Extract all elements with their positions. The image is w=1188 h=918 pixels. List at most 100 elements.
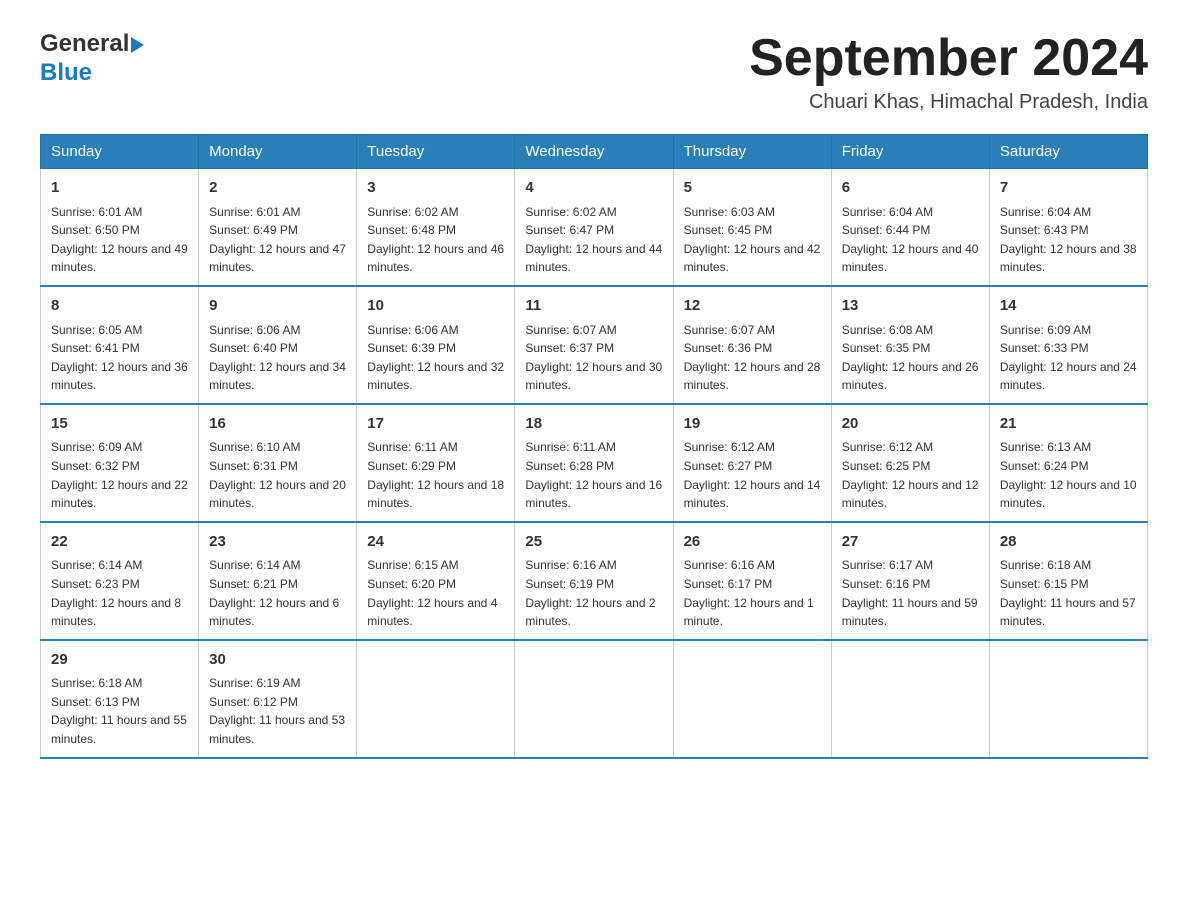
day-cell: 29Sunrise: 6:18 AMSunset: 6:13 PMDayligh…	[41, 640, 199, 758]
day-cell: 8 Sunrise: 6:05 AMSunset: 6:41 PMDaylight…	[41, 286, 199, 404]
calendar-header: SundayMondayTuesdayWednesdayThursdayFrid…	[41, 135, 1148, 169]
day-number: 22	[51, 531, 188, 554]
header-day-wednesday: Wednesday	[515, 135, 673, 169]
day-number: 2	[209, 177, 346, 200]
day-cell: 18Sunrise: 6:11 AMSunset: 6:28 PMDayligh…	[515, 404, 673, 522]
month-title: September 2024	[749, 30, 1148, 87]
day-number: 12	[684, 295, 821, 318]
day-info: Sunrise: 6:11 AMSunset: 6:28 PMDaylight:…	[525, 438, 662, 512]
day-info: Sunrise: 6:11 AMSunset: 6:29 PMDaylight:…	[367, 438, 504, 512]
day-number: 6	[842, 177, 979, 200]
week-row-5: 29Sunrise: 6:18 AMSunset: 6:13 PMDayligh…	[41, 640, 1148, 758]
day-number: 28	[1000, 531, 1137, 554]
day-number: 11	[525, 295, 662, 318]
day-info: Sunrise: 6:02 AMSunset: 6:47 PMDaylight:…	[525, 203, 662, 277]
day-cell: 4 Sunrise: 6:02 AMSunset: 6:47 PMDaylight…	[515, 169, 673, 286]
day-cell: 7Sunrise: 6:04 AMSunset: 6:43 PMDaylight…	[989, 169, 1147, 286]
day-cell: 1 Sunrise: 6:01 AMSunset: 6:50 PMDaylight…	[41, 169, 199, 286]
day-cell: 2 Sunrise: 6:01 AMSunset: 6:49 PMDaylight…	[199, 169, 357, 286]
day-info: Sunrise: 6:19 AMSunset: 6:12 PMDaylight:…	[209, 674, 346, 748]
day-number: 30	[209, 649, 346, 672]
day-info: Sunrise: 6:06 AMSunset: 6:40 PMDaylight:…	[209, 321, 346, 395]
day-number: 27	[842, 531, 979, 554]
day-cell: 25Sunrise: 6:16 AMSunset: 6:19 PMDayligh…	[515, 522, 673, 640]
calendar-body: 1 Sunrise: 6:01 AMSunset: 6:50 PMDaylight…	[41, 169, 1148, 758]
day-info: Sunrise: 6:03 AMSunset: 6:45 PMDaylight:…	[684, 203, 821, 277]
day-cell	[989, 640, 1147, 758]
day-number: 8	[51, 295, 188, 318]
day-info: Sunrise: 6:04 AMSunset: 6:44 PMDaylight:…	[842, 203, 979, 277]
day-cell: 26Sunrise: 6:16 AMSunset: 6:17 PMDayligh…	[673, 522, 831, 640]
day-cell: 20Sunrise: 6:12 AMSunset: 6:25 PMDayligh…	[831, 404, 989, 522]
day-info: Sunrise: 6:09 AMSunset: 6:32 PMDaylight:…	[51, 438, 188, 512]
day-info: Sunrise: 6:08 AMSunset: 6:35 PMDaylight:…	[842, 321, 979, 395]
day-number: 21	[1000, 413, 1137, 436]
title-block: September 2024 Chuari Khas, Himachal Pra…	[749, 30, 1148, 114]
day-cell: 28Sunrise: 6:18 AMSunset: 6:15 PMDayligh…	[989, 522, 1147, 640]
day-number: 16	[209, 413, 346, 436]
day-number: 1	[51, 177, 188, 200]
day-number: 18	[525, 413, 662, 436]
day-cell: 17Sunrise: 6:11 AMSunset: 6:29 PMDayligh…	[357, 404, 515, 522]
day-cell: 15Sunrise: 6:09 AMSunset: 6:32 PMDayligh…	[41, 404, 199, 522]
header-day-tuesday: Tuesday	[357, 135, 515, 169]
day-info: Sunrise: 6:12 AMSunset: 6:25 PMDaylight:…	[842, 438, 979, 512]
day-info: Sunrise: 6:16 AMSunset: 6:19 PMDaylight:…	[525, 556, 662, 630]
day-number: 20	[842, 413, 979, 436]
day-number: 13	[842, 295, 979, 318]
day-number: 24	[367, 531, 504, 554]
logo: General Blue	[40, 30, 144, 88]
day-cell: 5 Sunrise: 6:03 AMSunset: 6:45 PMDaylight…	[673, 169, 831, 286]
day-cell: 6 Sunrise: 6:04 AMSunset: 6:44 PMDaylight…	[831, 169, 989, 286]
day-number: 17	[367, 413, 504, 436]
header-day-sunday: Sunday	[41, 135, 199, 169]
day-cell: 30Sunrise: 6:19 AMSunset: 6:12 PMDayligh…	[199, 640, 357, 758]
day-cell: 11 Sunrise: 6:07 AMSunset: 6:37 PMDayligh…	[515, 286, 673, 404]
day-info: Sunrise: 6:14 AMSunset: 6:23 PMDaylight:…	[51, 556, 188, 630]
day-number: 4	[525, 177, 662, 200]
day-cell: 14Sunrise: 6:09 AMSunset: 6:33 PMDayligh…	[989, 286, 1147, 404]
day-number: 10	[367, 295, 504, 318]
header-day-monday: Monday	[199, 135, 357, 169]
day-info: Sunrise: 6:10 AMSunset: 6:31 PMDaylight:…	[209, 438, 346, 512]
day-info: Sunrise: 6:01 AMSunset: 6:49 PMDaylight:…	[209, 203, 346, 277]
day-number: 19	[684, 413, 821, 436]
logo-general: General	[40, 30, 129, 57]
day-cell: 3 Sunrise: 6:02 AMSunset: 6:48 PMDaylight…	[357, 169, 515, 286]
calendar-table: SundayMondayTuesdayWednesdayThursdayFrid…	[40, 134, 1148, 758]
day-cell	[673, 640, 831, 758]
day-cell	[515, 640, 673, 758]
day-info: Sunrise: 6:02 AMSunset: 6:48 PMDaylight:…	[367, 203, 504, 277]
logo-arrow-icon	[131, 37, 144, 53]
location: Chuari Khas, Himachal Pradesh, India	[749, 91, 1148, 114]
day-number: 14	[1000, 295, 1137, 318]
day-cell	[357, 640, 515, 758]
day-number: 26	[684, 531, 821, 554]
day-cell: 22Sunrise: 6:14 AMSunset: 6:23 PMDayligh…	[41, 522, 199, 640]
day-number: 3	[367, 177, 504, 200]
week-row-2: 8 Sunrise: 6:05 AMSunset: 6:41 PMDaylight…	[41, 286, 1148, 404]
day-number: 5	[684, 177, 821, 200]
day-info: Sunrise: 6:17 AMSunset: 6:16 PMDaylight:…	[842, 556, 979, 630]
day-cell: 12Sunrise: 6:07 AMSunset: 6:36 PMDayligh…	[673, 286, 831, 404]
day-number: 7	[1000, 177, 1137, 200]
day-cell: 10Sunrise: 6:06 AMSunset: 6:39 PMDayligh…	[357, 286, 515, 404]
day-cell: 9 Sunrise: 6:06 AMSunset: 6:40 PMDaylight…	[199, 286, 357, 404]
day-number: 15	[51, 413, 188, 436]
day-cell	[831, 640, 989, 758]
header-day-friday: Friday	[831, 135, 989, 169]
header-day-saturday: Saturday	[989, 135, 1147, 169]
day-number: 29	[51, 649, 188, 672]
day-cell: 21Sunrise: 6:13 AMSunset: 6:24 PMDayligh…	[989, 404, 1147, 522]
day-info: Sunrise: 6:07 AMSunset: 6:37 PMDaylight:…	[525, 321, 662, 395]
day-info: Sunrise: 6:05 AMSunset: 6:41 PMDaylight:…	[51, 321, 188, 395]
day-cell: 13 Sunrise: 6:08 AMSunset: 6:35 PMDayligh…	[831, 286, 989, 404]
day-info: Sunrise: 6:14 AMSunset: 6:21 PMDaylight:…	[209, 556, 346, 630]
logo-blue: Blue	[40, 59, 92, 86]
day-info: Sunrise: 6:01 AMSunset: 6:50 PMDaylight:…	[51, 203, 188, 277]
day-cell: 19Sunrise: 6:12 AMSunset: 6:27 PMDayligh…	[673, 404, 831, 522]
day-cell: 27Sunrise: 6:17 AMSunset: 6:16 PMDayligh…	[831, 522, 989, 640]
day-number: 9	[209, 295, 346, 318]
day-cell: 24Sunrise: 6:15 AMSunset: 6:20 PMDayligh…	[357, 522, 515, 640]
day-info: Sunrise: 6:16 AMSunset: 6:17 PMDaylight:…	[684, 556, 821, 630]
